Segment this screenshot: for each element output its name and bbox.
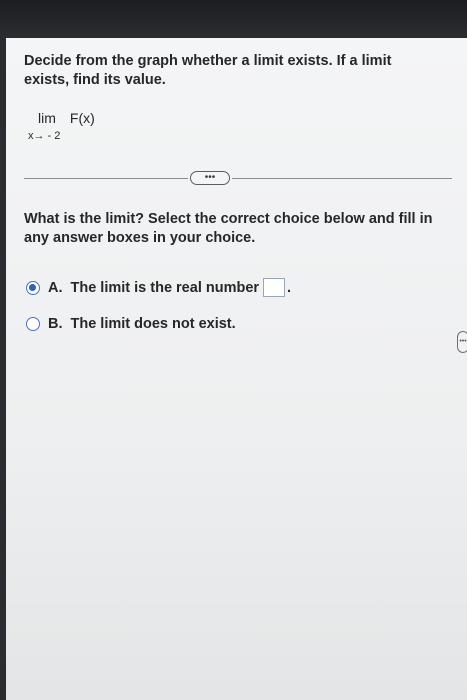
choice-a[interactable]: A. The limit is the real number . — [26, 278, 291, 297]
limit-function: F(x) — [69, 110, 95, 126]
choice-a-text: The limit is the real number — [70, 279, 260, 296]
question-text: Decide from the graph whether a limit ex… — [24, 52, 424, 90]
radio-a[interactable] — [26, 280, 40, 295]
divider-right — [232, 178, 452, 179]
radio-b[interactable] — [26, 317, 40, 331]
limit-expression: lim F(x) x→ - 2 — [28, 110, 95, 142]
choice-b-letter: B. — [48, 316, 63, 332]
prompt-line-2: any answer boxes in your choice. — [24, 230, 256, 246]
answer-input-box[interactable] — [263, 278, 286, 297]
choice-a-letter: A. — [48, 279, 63, 296]
question-panel: Decide from the graph whether a limit ex… — [6, 38, 467, 700]
device-bezel — [0, 0, 467, 38]
question-line-2: exists, find its value. — [24, 72, 166, 88]
prompt-text: What is the limit? Select the correct ch… — [24, 210, 434, 248]
divider-left — [24, 178, 188, 179]
question-line-1: Decide from the graph whether a limit ex… — [24, 53, 392, 69]
lim-word: lim — [38, 110, 56, 126]
expand-more-button[interactable]: ••• — [190, 171, 230, 185]
choice-a-suffix: . — [287, 279, 292, 296]
prompt-line-1: What is the limit? Select the correct ch… — [24, 211, 433, 227]
limit-subscript: x→ - 2 — [28, 130, 61, 142]
choice-b-text: The limit does not exist. — [70, 316, 236, 332]
panel-resize-handle[interactable]: ••• — [457, 331, 467, 353]
choice-b[interactable]: B. The limit does not exist. — [26, 316, 236, 332]
